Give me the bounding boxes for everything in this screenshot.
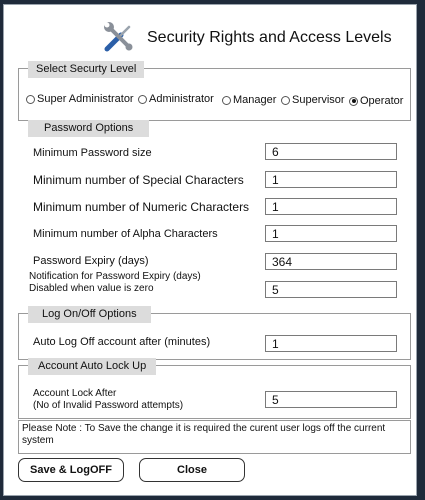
password-options-legend: Password Options	[28, 120, 150, 137]
lock-after-label-line1: Account Lock After	[33, 388, 117, 399]
auto-logoff-label: Auto Log Off account after (minutes)	[33, 336, 211, 348]
save-logoff-button[interactable]: Save & LogOFF	[18, 458, 124, 482]
radio-supervisor[interactable]: Supervisor	[281, 94, 345, 106]
password-expiry-label: Password Expiry (days)	[33, 255, 149, 267]
radio-button[interactable]	[138, 94, 147, 104]
radio-label: Supervisor	[292, 94, 345, 106]
radio-button[interactable]	[281, 95, 290, 105]
security-level-legend: Select Securty Level	[28, 61, 145, 78]
radio-operator[interactable]: Operator	[349, 95, 403, 107]
dialog-title: Security Rights and Access Levels	[147, 29, 392, 46]
radio-label: Administrator	[149, 93, 214, 105]
auto-lock-legend: Account Auto Lock Up	[28, 358, 157, 375]
lock-after-label-line2: (No of Invalid Password attempts)	[33, 400, 184, 411]
password-expiry-input[interactable]: 364	[265, 253, 397, 270]
radio-button[interactable]	[222, 95, 231, 105]
logon-options-legend: Log On/Off Options	[28, 306, 151, 323]
min-numeric-characters-input[interactable]: 1	[265, 198, 397, 215]
security-dialog: Security Rights and Access Levels Select…	[3, 4, 417, 496]
note-text: Please Note : To Save the change it is r…	[18, 420, 411, 454]
lock-after-input[interactable]: 5	[265, 391, 397, 408]
expiry-notification-input[interactable]: 5	[265, 281, 397, 298]
radio-label: Manager	[233, 94, 277, 106]
min-password-size-label: Minimum Password size	[33, 147, 152, 159]
min-alpha-characters-label: Minimum number of Alpha Characters	[33, 228, 218, 240]
tools-icon	[101, 19, 137, 55]
auto-logoff-input[interactable]: 1	[265, 335, 397, 352]
min-alpha-characters-input[interactable]: 1	[265, 225, 397, 242]
min-numeric-characters-label: Minimum number of Numeric Characters	[33, 200, 250, 214]
close-button[interactable]: Close	[139, 458, 245, 482]
min-special-characters-label: Minimum number of Special Characters	[33, 173, 244, 187]
radio-button[interactable]	[26, 94, 35, 104]
expiry-notification-label-line2: Disabled when value is zero	[29, 283, 154, 294]
radio-label: Super Administrator	[37, 93, 134, 105]
expiry-notification-label-line1: Notification for Password Expiry (days)	[29, 271, 201, 282]
radio-super-administrator[interactable]: Super Administrator	[26, 93, 134, 105]
radio-label: Operator	[360, 95, 404, 107]
radio-administrator[interactable]: Administrator	[138, 93, 214, 105]
min-password-size-input[interactable]: 6	[265, 143, 397, 160]
radio-button-selected[interactable]	[349, 96, 358, 106]
min-special-characters-input[interactable]: 1	[265, 171, 397, 188]
radio-manager[interactable]: Manager	[222, 94, 276, 106]
